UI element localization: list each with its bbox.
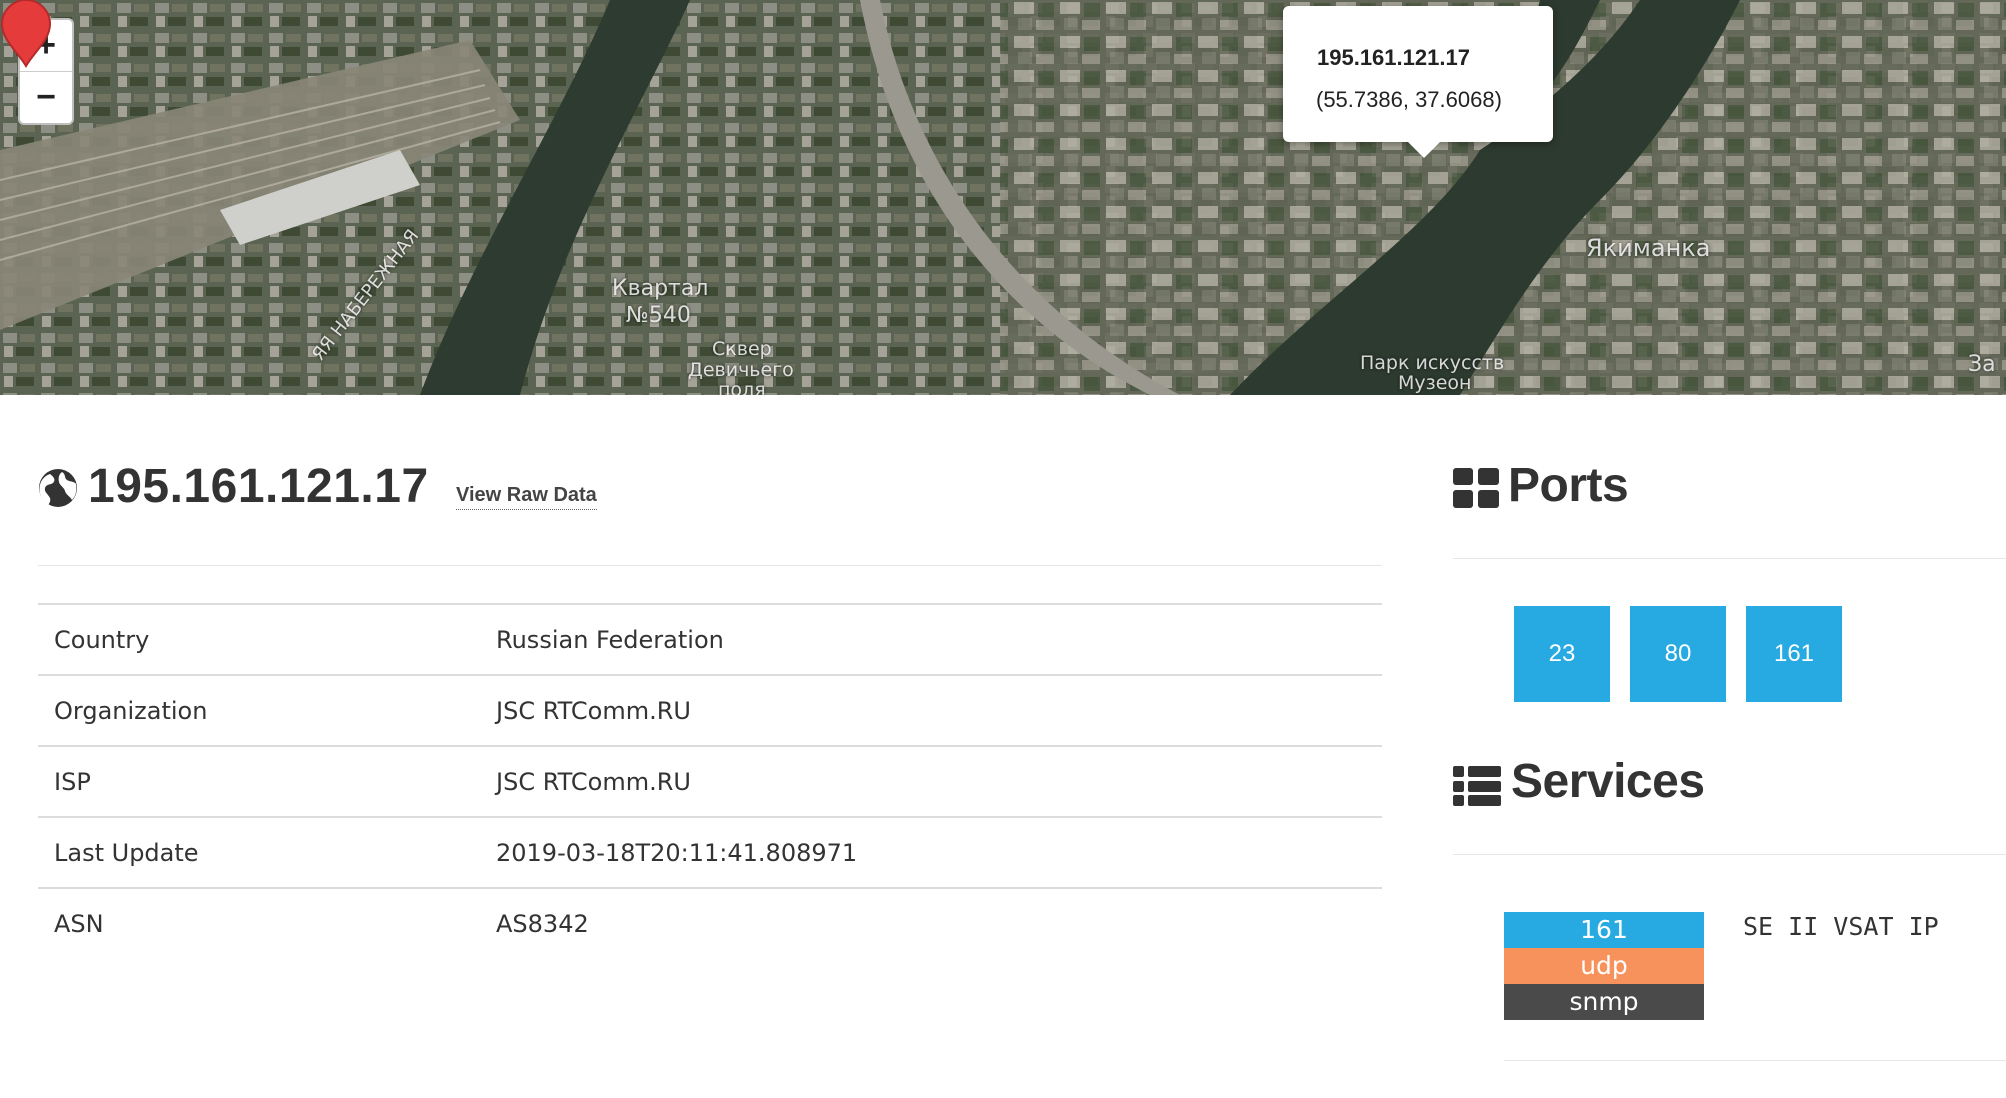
- popup-coordinates: (55.7386, 37.6068): [1316, 87, 1502, 112]
- host-info-table: Country Russian Federation Organization …: [38, 603, 1382, 958]
- satellite-map-image: [0, 0, 2006, 395]
- ports-heading: Ports: [1508, 459, 1629, 512]
- info-value: JSC RTComm.RU: [480, 745, 1382, 817]
- divider: [1504, 1060, 2006, 1061]
- map-label: Сквер: [712, 338, 772, 360]
- map-label: поля: [718, 379, 766, 395]
- divider: [1453, 854, 2006, 855]
- info-key: ASN: [38, 887, 480, 958]
- table-row: Organization JSC RTComm.RU: [38, 674, 1382, 746]
- divider: [38, 565, 1382, 566]
- globe-icon: [39, 469, 77, 507]
- port-badge[interactable]: 161: [1746, 606, 1842, 702]
- map-view[interactable]: Квартал №540 Сквер Девичьего поля ЯЯ НАБ…: [0, 0, 2006, 395]
- services-heading: Services: [1511, 755, 1705, 808]
- port-badge[interactable]: 23: [1514, 606, 1610, 702]
- map-label: Парк искусств: [1360, 352, 1505, 374]
- port-badge[interactable]: 80: [1630, 606, 1726, 702]
- table-row: Country Russian Federation: [38, 603, 1382, 675]
- map-label: №540: [626, 303, 691, 328]
- location-popup: 195.161.121.17 (55.7386, 37.6068): [1283, 6, 1553, 158]
- map-label: Девичьего: [688, 359, 794, 381]
- map-label: Музеон: [1398, 372, 1472, 394]
- host-ip-title: 195.161.121.17: [88, 460, 429, 513]
- service-port-label[interactable]: 161: [1504, 912, 1704, 948]
- info-key: Organization: [38, 674, 480, 746]
- map-label: Квартал: [612, 276, 709, 301]
- divider: [1453, 558, 2006, 559]
- table-row: Last Update 2019-03-18T20:11:41.808971: [38, 816, 1382, 888]
- list-icon: [1453, 766, 1501, 806]
- map-marker-icon[interactable]: [0, 0, 52, 68]
- info-value: 2019-03-18T20:11:41.808971: [480, 816, 1382, 888]
- popup-ip: 195.161.121.17: [1317, 45, 1470, 70]
- table-row: ASN AS8342: [38, 887, 1382, 958]
- view-raw-data-link[interactable]: View Raw Data: [456, 484, 597, 510]
- table-row: ISP JSC RTComm.RU: [38, 745, 1382, 817]
- info-key: Country: [38, 603, 480, 675]
- th-large-icon: [1453, 468, 1499, 508]
- info-value: Russian Federation: [480, 603, 1382, 675]
- info-key: ISP: [38, 745, 480, 817]
- service-banner: SE II VSAT IP: [1743, 912, 1939, 941]
- info-value: AS8342: [480, 887, 1382, 958]
- info-key: Last Update: [38, 816, 480, 888]
- map-label: Якиманка: [1586, 234, 1711, 262]
- map-label: Зa: [1968, 352, 1996, 377]
- service-protocol-label: udp: [1504, 948, 1704, 984]
- zoom-out-button[interactable]: −: [20, 72, 72, 123]
- info-value: JSC RTComm.RU: [480, 674, 1382, 746]
- service-name-label: snmp: [1504, 984, 1704, 1020]
